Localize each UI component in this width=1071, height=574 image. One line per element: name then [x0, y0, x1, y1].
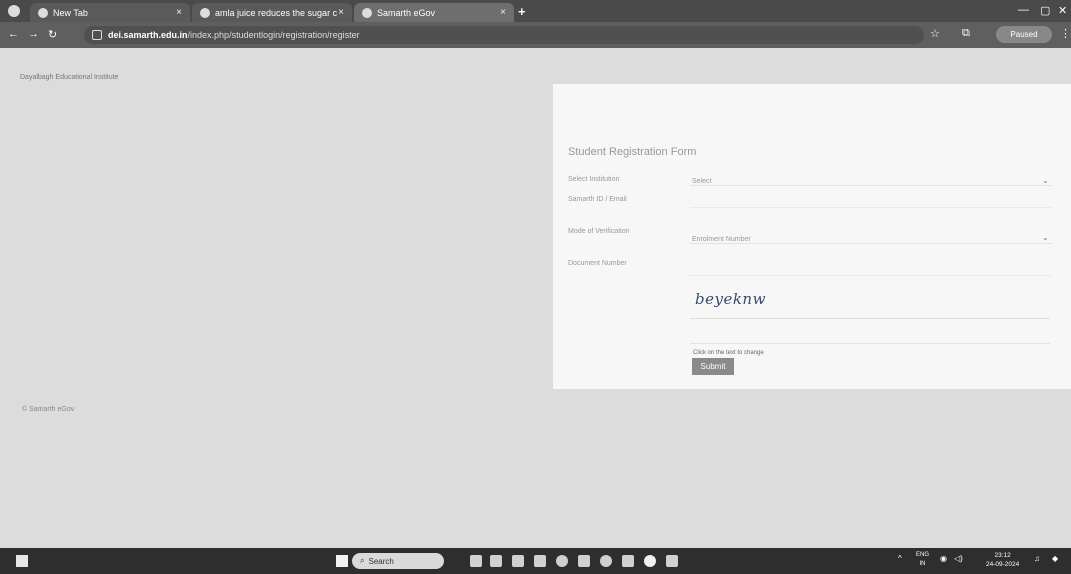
wifi-icon[interactable]: ◉ — [940, 554, 947, 563]
captcha-hint: Click on the text to change — [693, 350, 764, 356]
chrome-icon[interactable] — [644, 555, 656, 567]
notification-bell-icon[interactable]: ♫ — [1034, 554, 1040, 563]
tab-title: New Tab — [53, 7, 88, 18]
taskbar-search-label: Search — [368, 556, 394, 566]
bookmark-star-icon[interactable]: ☆ — [930, 27, 940, 40]
document-number-input[interactable] — [690, 262, 1052, 276]
profile-paused-button[interactable]: Paused — [996, 26, 1052, 43]
chevron-up-icon[interactable]: ^ — [898, 554, 902, 563]
language-code: ENG — [916, 552, 930, 558]
windows-taskbar: ⌕ Search ^ ENG IN ◉ ◁) 23:12 24-09-2024 … — [0, 548, 1071, 574]
mode-of-verification-value: Enrolment Number — [692, 236, 751, 243]
close-icon[interactable]: × — [338, 7, 344, 18]
clock-time: 23:12 — [994, 552, 1011, 559]
new-tab-icon[interactable]: + — [518, 4, 526, 19]
select-institution-label: Select Institution — [568, 176, 620, 183]
tab-title: Samarth eGov — [377, 7, 436, 18]
address-bar[interactable]: dei.samarth.edu.in/index.php/studentlogi… — [84, 26, 924, 44]
browser-menu-icon[interactable] — [8, 5, 20, 17]
start-menu-icon[interactable] — [336, 555, 348, 567]
clock-date: 24-09-2024 — [986, 561, 1020, 568]
submit-button[interactable]: Submit — [692, 358, 734, 375]
system-clock[interactable]: 23:12 24-09-2024 — [986, 551, 1019, 569]
back-icon[interactable]: ← — [8, 28, 19, 40]
language-indicator[interactable]: ENG IN — [916, 551, 929, 569]
tab-new-tab[interactable]: New Tab × — [30, 3, 190, 22]
file-explorer-icon[interactable] — [534, 555, 546, 567]
chrome-icon — [38, 7, 48, 18]
chevron-down-icon: ⌄ — [1042, 233, 1049, 242]
footer-copyright: © Samarth eGov — [22, 406, 75, 413]
app-icon[interactable] — [622, 555, 634, 567]
widgets-icon[interactable] — [16, 555, 28, 567]
close-icon[interactable]: × — [176, 7, 182, 18]
tab-samarth[interactable]: Samarth eGov × — [354, 3, 514, 22]
document-number-label: Document Number — [568, 260, 627, 267]
institution-name: Dayalbagh Educational Institute — [20, 74, 119, 81]
app-icon[interactable] — [490, 555, 502, 567]
browser-toolbar: ← → ↻ dei.samarth.edu.in/index.php/stude… — [0, 22, 1071, 48]
minimize-icon[interactable]: — — [1018, 4, 1029, 16]
captcha-image[interactable]: beyeknw — [695, 290, 766, 308]
samarth-id-input[interactable] — [690, 194, 1052, 208]
institution-select[interactable] — [690, 172, 1052, 186]
app-icon[interactable] — [470, 555, 482, 567]
samarth-id-label: Samarth ID / Email — [568, 196, 627, 203]
url-path: /index.php/studentlogin/registration/reg… — [187, 30, 360, 40]
site-info-icon[interactable] — [92, 30, 102, 40]
maximize-icon[interactable]: ▢ — [1040, 4, 1050, 17]
edge-icon[interactable] — [556, 555, 568, 567]
app-icon[interactable] — [666, 555, 678, 567]
tab-search-result[interactable]: amla juice reduces the sugar c × — [192, 3, 352, 22]
tab-title: amla juice reduces the sugar c — [215, 7, 338, 18]
institution-select-value: Select — [692, 178, 712, 185]
reload-icon[interactable]: ↻ — [48, 28, 57, 41]
app-icon[interactable] — [512, 555, 524, 567]
taskbar-search[interactable]: ⌕ Search — [352, 553, 444, 569]
search-icon: ⌕ — [360, 556, 365, 565]
chevron-down-icon: ⌄ — [1042, 176, 1049, 185]
volume-icon[interactable]: ◁) — [954, 554, 963, 563]
browser-tab-bar: New Tab × amla juice reduces the sugar c… — [0, 0, 1071, 22]
extensions-icon[interactable]: ⧉ — [962, 27, 970, 40]
chrome-icon[interactable] — [600, 555, 612, 567]
region-code: IN — [919, 561, 926, 567]
google-icon — [200, 7, 210, 18]
mode-of-verification-label: Mode of Verification — [568, 228, 630, 235]
forward-icon[interactable]: → — [28, 28, 39, 40]
captcha-divider — [690, 318, 1050, 319]
close-window-icon[interactable]: ✕ — [1058, 4, 1067, 17]
more-menu-icon[interactable]: ⋮ — [1060, 27, 1071, 40]
form-title: Student Registration Form — [568, 146, 697, 158]
close-icon[interactable]: × — [500, 7, 506, 18]
captcha-input[interactable] — [690, 328, 1050, 344]
site-favicon-icon — [362, 7, 372, 18]
app-icon[interactable] — [578, 555, 590, 567]
url-host: dei.samarth.edu.in — [108, 30, 188, 40]
profile-status-label: Paused — [1010, 30, 1038, 39]
copilot-icon[interactable]: ◆ — [1052, 554, 1058, 563]
